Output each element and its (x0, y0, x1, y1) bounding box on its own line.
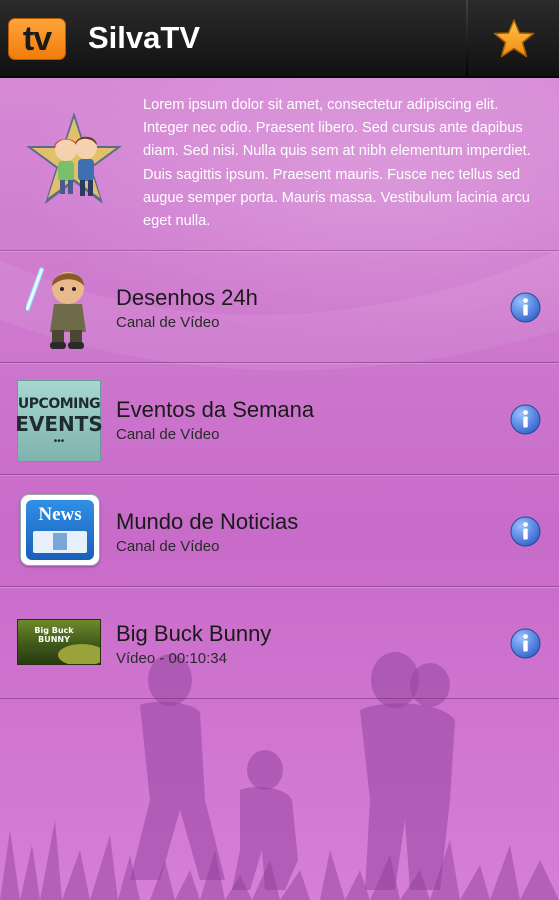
big-buck-bunny-thumb: Big Buck BUNNY (17, 619, 101, 665)
item-subtitle: Canal de Vídeo (116, 538, 220, 555)
info-icon[interactable] (510, 628, 541, 659)
item-title: Desenhos 24h (116, 285, 258, 310)
info-icon[interactable] (510, 404, 541, 435)
item-title: Eventos da Semana (116, 397, 315, 422)
thumb-line: UPCOMING (17, 395, 101, 412)
thumb-label: News (38, 504, 82, 525)
thumb-line: ••• (53, 435, 65, 447)
cartoon-jedi-thumb (26, 267, 86, 349)
star-icon (493, 19, 534, 58)
upcoming-events-thumb: UPCOMING EVENTS ••• (15, 380, 103, 462)
item-subtitle: Canal de Vídeo (116, 314, 220, 331)
app-logo: tv (8, 18, 66, 60)
list-item[interactable]: Desenhos 24h Canal de Vídeo (0, 251, 559, 363)
list-item[interactable]: UPCOMING EVENTS ••• Eventos da Semana Ca… (0, 363, 559, 475)
couple-star-avatar (26, 112, 122, 204)
intro-section: Lorem ipsum dolor sit amet, consectetur … (0, 80, 559, 251)
thumb-line: EVENTS (15, 411, 103, 436)
channel-list: Desenhos 24h Canal de Vídeo UPCOMING EVE… (0, 251, 559, 699)
logo-text: tv (22, 20, 52, 58)
info-icon[interactable] (510, 516, 541, 547)
list-item[interactable]: Big Buck BUNNY Big Buck Bunny Vídeo - 00… (0, 587, 559, 699)
list-item[interactable]: News Mundo de Noticias Canal de Vídeo (0, 475, 559, 587)
news-icon-thumb: News (20, 494, 100, 566)
info-icon[interactable] (510, 292, 541, 323)
favorites-button[interactable] (468, 0, 559, 78)
item-title: Big Buck Bunny (116, 621, 272, 646)
intro-description: Lorem ipsum dolor sit amet, consectetur … (143, 97, 531, 230)
item-subtitle: Vídeo - 00:10:34 (116, 650, 227, 667)
item-subtitle: Canal de Vídeo (116, 426, 220, 443)
app-title: SilvaTV (88, 20, 200, 55)
thumb-label: Big Buck BUNNY (34, 626, 74, 644)
app-header: tv SilvaTV (0, 0, 559, 78)
item-title: Mundo de Noticias (116, 509, 299, 534)
